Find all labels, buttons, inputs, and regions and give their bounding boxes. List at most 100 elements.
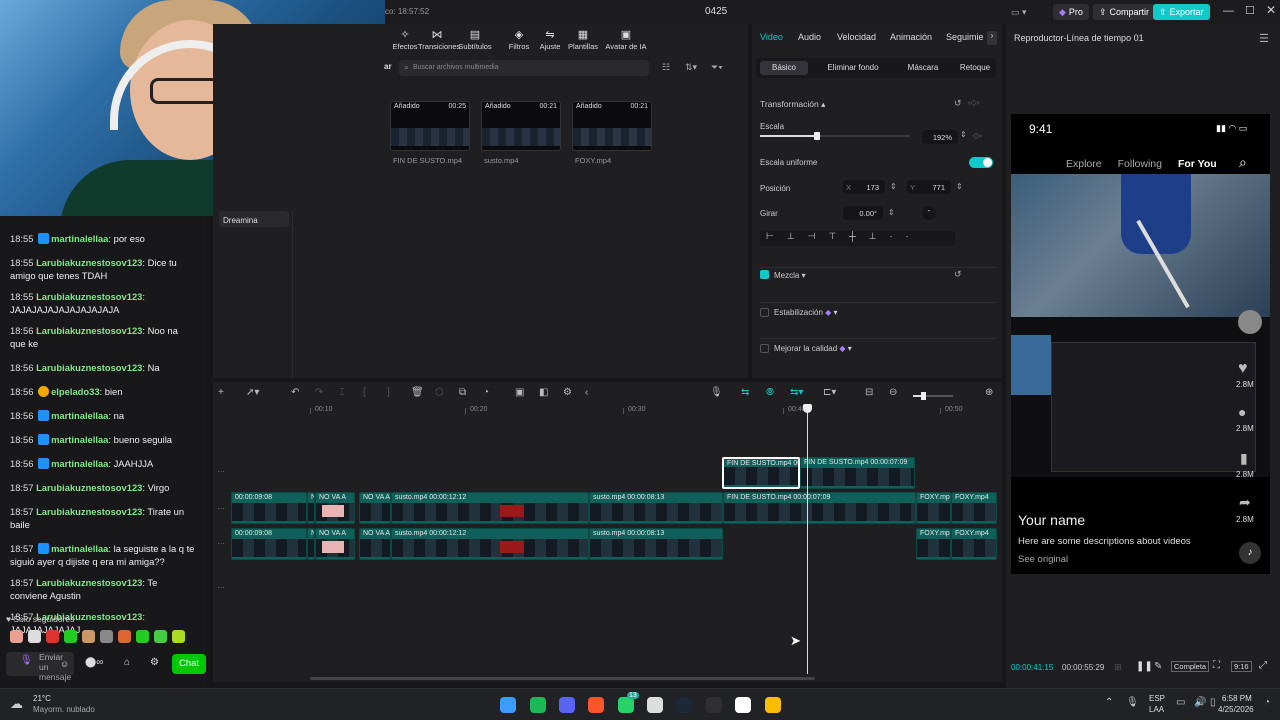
timeline-clip[interactable]: N: [307, 528, 315, 560]
subtab-1[interactable]: Eliminar fondo: [814, 61, 892, 75]
fullscreen-icon[interactable]: ⤢: [1259, 660, 1267, 671]
maximize-icon[interactable]: ☐: [1245, 4, 1255, 17]
tool-templates[interactable]: ▦ Plantillas: [564, 28, 602, 51]
pause-icon[interactable]: ❚❚: [1136, 661, 1153, 672]
timeline-clip[interactable]: susto.mp4 00:00:08:13: [589, 528, 723, 560]
feed-tab-1[interactable]: Following: [1118, 158, 1162, 170]
ratio-button[interactable]: 9:16: [1231, 661, 1252, 672]
feed-tab-0[interactable]: Explore: [1066, 158, 1102, 170]
scale-slider-handle[interactable]: [814, 132, 820, 140]
minimize-icon[interactable]: —: [1223, 5, 1234, 17]
timeline-clip[interactable]: susto.mp4 00:00:12:12: [391, 528, 589, 560]
bits-icon[interactable]: ⬤∞: [85, 657, 103, 668]
volume-icon[interactable]: 🔊: [1194, 697, 1206, 708]
tabs-scroll-right-icon[interactable]: ›: [987, 31, 997, 45]
close-icon[interactable]: ✕: [1266, 3, 1276, 17]
search-icon[interactable]: ⌕: [1239, 154, 1247, 171]
chat-input[interactable]: 🎙 Enviar un mensaje ☺: [6, 652, 74, 682]
reset-icon[interactable]: ↺: [954, 269, 962, 280]
emote-icon[interactable]: [28, 630, 41, 643]
scale-slider[interactable]: [760, 132, 910, 140]
edit-icon[interactable]: ✎: [1154, 661, 1162, 672]
track-menu-icon[interactable]: ⋯: [217, 539, 225, 548]
split-right-icon[interactable]: ]: [387, 387, 390, 398]
chat-username[interactable]: martinalellaa: [51, 233, 108, 244]
chat-username[interactable]: Larubiakuznestosov123: [36, 506, 142, 517]
clock-time[interactable]: 6:58 PM: [1222, 694, 1252, 703]
chat-username[interactable]: martinalellaa: [51, 458, 108, 469]
timeline-clip[interactable]: N: [307, 492, 315, 524]
reset-icon[interactable]: ↺: [954, 98, 962, 109]
quality-button[interactable]: Completa: [1171, 661, 1210, 672]
timeline-clip[interactable]: FOXY.mp4: [951, 492, 997, 524]
blend-checkbox[interactable]: [760, 270, 769, 279]
media-thumbnail[interactable]: Añadido 00:21: [481, 101, 561, 151]
crop-icon[interactable]: ⧉: [459, 387, 466, 398]
emote-icon[interactable]: [10, 630, 23, 643]
subtab-0[interactable]: Básico: [760, 61, 808, 75]
chat-username[interactable]: martinalellaa: [51, 434, 108, 445]
mirror-icon[interactable]: ◧: [539, 387, 548, 398]
add-icon[interactable]: +: [218, 387, 224, 398]
export-button[interactable]: ⇧ Exportar: [1153, 4, 1210, 20]
share-button[interactable]: ⇪ Compartir: [1093, 4, 1156, 20]
timeline-clip[interactable]: FOXY.mp4: [916, 528, 951, 560]
collapse-icon[interactable]: ‹: [585, 387, 588, 398]
delete-icon[interactable]: 🗑: [411, 387, 424, 398]
mark-icon[interactable]: ⬡: [435, 387, 444, 398]
layout-icon[interactable]: ▭ ▾: [1005, 4, 1033, 20]
mic-icon[interactable]: 🎙: [20, 655, 33, 666]
language-primary[interactable]: ESP: [1149, 694, 1165, 703]
chat-send-button[interactable]: Chat: [172, 654, 206, 674]
battery-icon[interactable]: ▯: [1210, 697, 1216, 708]
playhead[interactable]: [803, 404, 812, 674]
emote-icon[interactable]: [46, 630, 59, 643]
tab-2[interactable]: Velocidad: [837, 32, 876, 42]
language-secondary[interactable]: LAA: [1149, 705, 1164, 714]
menu-icon[interactable]: ☰: [1259, 32, 1269, 45]
zoom-out-icon[interactable]: ⊖: [889, 387, 897, 398]
feed-tab-2[interactable]: For You: [1178, 158, 1217, 170]
avatar[interactable]: [1238, 310, 1262, 334]
emote-icon[interactable]: [64, 630, 77, 643]
timeline-clip[interactable]: susto.mp4 00:00:08:13: [589, 492, 723, 524]
github-icon[interactable]: [647, 697, 663, 713]
stepper-icon[interactable]: ⇕: [888, 208, 895, 217]
undo-icon[interactable]: ↶: [291, 387, 299, 398]
like-icon[interactable]: ♥: [1238, 360, 1248, 378]
caption-icon[interactable]: ⊟: [865, 387, 873, 398]
chat-username[interactable]: Larubiakuznestosov123: [36, 482, 142, 493]
tray-chevron-icon[interactable]: ⌃: [1105, 697, 1113, 708]
zoom-in-icon[interactable]: ⊕: [985, 387, 993, 398]
freeze-icon[interactable]: ▣: [515, 387, 524, 398]
snap-icon[interactable]: ⇆▾: [790, 387, 803, 398]
settings-icon[interactable]: ⚙: [150, 657, 159, 668]
rotate-dial[interactable]: -: [922, 206, 936, 220]
emote-row[interactable]: [10, 630, 190, 646]
tab-4[interactable]: Seguimie: [946, 32, 984, 42]
timeline-clip[interactable]: FOXY.mp4: [951, 528, 997, 560]
subtab-2[interactable]: Máscara: [898, 61, 948, 75]
chat-username[interactable]: elpelado33: [51, 386, 99, 397]
stepper-icon[interactable]: ⇕: [956, 182, 963, 191]
track-menu-icon[interactable]: ⋯: [217, 583, 225, 592]
tool-ai-avatar[interactable]: ▣ Avatar de IA: [603, 28, 649, 51]
scale-field[interactable]: 192%: [922, 130, 958, 144]
bookmark-icon[interactable]: ▮: [1240, 450, 1248, 467]
tab-1[interactable]: Audio: [798, 32, 821, 42]
comment-icon[interactable]: ●: [1238, 404, 1246, 420]
tab-3[interactable]: Animación: [890, 32, 932, 42]
steam-icon[interactable]: [676, 697, 692, 713]
split-icon[interactable]: ⌶: [339, 387, 345, 398]
network-icon[interactable]: ▭: [1176, 697, 1185, 708]
timeline-clip[interactable]: susto.mp4 00:00:12:12: [391, 492, 589, 524]
stepper-icon[interactable]: ⇕: [890, 182, 897, 191]
preview-axis-icon[interactable]: ⊏▾: [823, 387, 836, 398]
redo-icon[interactable]: ↷: [315, 387, 323, 398]
store-icon[interactable]: ⌂: [124, 657, 130, 668]
fit-icon[interactable]: ⛶: [1213, 660, 1220, 671]
notification-icon[interactable]: ◔: [1264, 697, 1270, 708]
timeline-clip[interactable]: FIN DE SUSTO.mp4 00: [722, 457, 800, 489]
discord-icon[interactable]: [559, 697, 575, 713]
subtab-3[interactable]: Retoque: [952, 61, 998, 75]
